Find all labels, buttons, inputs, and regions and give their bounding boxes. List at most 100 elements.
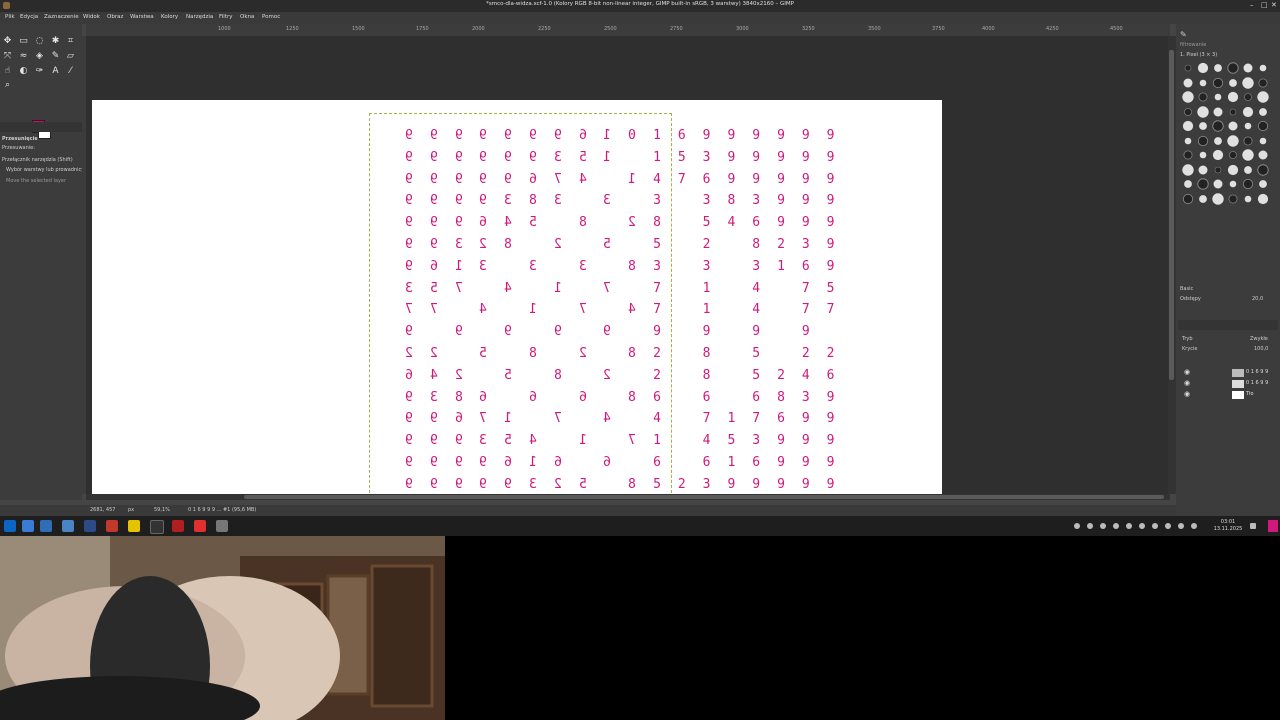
brush-preset-swatch[interactable] — [1257, 193, 1269, 204]
brush-preset-swatch[interactable] — [1184, 64, 1192, 72]
brush-preset-swatch[interactable] — [1199, 194, 1207, 203]
brush-preset-swatch[interactable] — [1197, 135, 1209, 146]
brush-preset-swatch[interactable] — [1182, 91, 1194, 103]
brush-preset-swatch[interactable] — [1182, 120, 1194, 132]
brush-preset-swatch[interactable] — [1184, 107, 1192, 116]
tray-icon[interactable] — [1100, 523, 1106, 529]
brush-preset-swatch[interactable] — [1183, 78, 1193, 87]
menu-colors[interactable]: Kolory — [161, 14, 178, 20]
brush-preset-swatch[interactable] — [1259, 180, 1267, 188]
zoom-icon[interactable]: ⌕ — [2, 80, 13, 91]
brush-preset-swatch[interactable] — [1197, 62, 1209, 74]
brush-preset-swatch[interactable] — [1244, 195, 1252, 202]
desktop-icon[interactable] — [40, 520, 52, 532]
eye-icon[interactable]: ◉ — [1184, 390, 1190, 398]
brush-preset-swatch[interactable] — [1244, 122, 1252, 130]
vertical-scrollbar[interactable] — [1168, 36, 1176, 494]
horizontal-scroll-thumb[interactable] — [244, 495, 1164, 499]
vertical-scroll-thumb[interactable] — [1169, 50, 1174, 380]
brush-preset-swatch[interactable] — [1199, 122, 1207, 130]
volume-icon[interactable] — [1178, 523, 1184, 529]
menu-help[interactable]: Pomoc — [262, 14, 280, 20]
menu-windows[interactable]: Okna — [240, 14, 254, 20]
menu-file[interactable]: Plik — [5, 14, 15, 20]
recorder-icon[interactable] — [172, 520, 184, 532]
move-selected-layer-option[interactable]: Move the selected layer — [6, 178, 66, 184]
brush-preset-swatch[interactable] — [1184, 180, 1192, 188]
brush-preset-swatch[interactable] — [1242, 149, 1254, 161]
brush-preset-swatch[interactable] — [1227, 164, 1239, 175]
network-icon[interactable] — [1191, 523, 1197, 529]
rect-select-icon[interactable]: ▭ — [18, 36, 29, 47]
brush-preset-swatch[interactable] — [1212, 149, 1224, 161]
brush-preset-swatch[interactable] — [1183, 150, 1193, 160]
brush-preset-swatch[interactable] — [1199, 151, 1207, 159]
brush-preset-swatch[interactable] — [1243, 63, 1253, 73]
text-icon[interactable]: A — [50, 66, 61, 77]
menu-view[interactable]: Widok — [83, 14, 100, 20]
tray-icon[interactable] — [1126, 523, 1132, 529]
menu-layer[interactable]: Warstwa — [130, 14, 154, 20]
brush-preset-swatch[interactable] — [1243, 136, 1253, 145]
move-tool-icon[interactable]: ✥ — [2, 36, 13, 47]
settings-icon[interactable] — [216, 520, 228, 532]
path-icon[interactable]: ✑ — [34, 66, 45, 77]
pdf-icon[interactable] — [194, 520, 206, 532]
brave-icon[interactable] — [106, 520, 118, 532]
menu-image[interactable]: Obraz — [107, 14, 123, 20]
tray-icon[interactable] — [1074, 523, 1080, 529]
unified-transform-icon[interactable]: ⤧ — [2, 51, 13, 62]
notifications-icon[interactable] — [1250, 523, 1256, 529]
brush-preset-swatch[interactable] — [1229, 108, 1237, 115]
pick-layer-option[interactable]: Wybór warstwy lub prowadnicy — [6, 167, 84, 173]
brush-preset-swatch[interactable] — [1257, 120, 1269, 132]
brush-preset-swatch[interactable] — [1212, 192, 1224, 205]
brush-filter-input[interactable]: filtrowanie — [1180, 42, 1206, 48]
brush-preset-swatch[interactable] — [1227, 91, 1239, 103]
crop-icon[interactable]: ⌗ — [65, 36, 76, 47]
brush-preset-swatch[interactable] — [1242, 178, 1254, 190]
brush-preset-swatch[interactable] — [1229, 180, 1237, 188]
fuzzy-select-icon[interactable]: ✱ — [50, 36, 61, 47]
files-icon[interactable] — [62, 520, 74, 532]
brush-preset-swatch[interactable] — [1212, 120, 1224, 132]
brush-preset-swatch[interactable] — [1259, 107, 1267, 116]
start-menu-icon[interactable] — [4, 520, 16, 532]
browser-icon[interactable] — [22, 520, 34, 532]
eye-icon[interactable]: ◉ — [1184, 368, 1190, 376]
brush-preset-swatch[interactable] — [1212, 77, 1224, 88]
tray-icon[interactable] — [1139, 523, 1145, 529]
brush-preset-swatch[interactable] — [1184, 137, 1192, 144]
layer-row[interactable]: ◉ 0 1 6 9 9 — [1182, 379, 1276, 389]
layer-row[interactable]: ◉ 0 1 6 9 9 — [1182, 368, 1276, 378]
image-canvas[interactable]: 9999999610169999999999993511539999999999… — [92, 100, 942, 494]
brush-preset-swatch[interactable] — [1242, 76, 1254, 89]
close-button[interactable]: ✕ — [1271, 1, 1277, 9]
brush-preset-swatch[interactable] — [1258, 78, 1268, 87]
bucket-fill-icon[interactable]: ◈ — [34, 51, 45, 62]
brush-preset-swatch[interactable] — [1198, 165, 1208, 174]
brush-preset-swatch[interactable] — [1259, 64, 1267, 72]
layer-row[interactable]: ◉ Tło — [1182, 390, 1276, 400]
smudge-icon[interactable]: ☝ — [2, 66, 13, 77]
lasso-icon[interactable]: ◌ — [34, 36, 45, 47]
brush-preset-swatch[interactable] — [1182, 193, 1194, 204]
brush-preset-swatch[interactable] — [1242, 106, 1254, 117]
clock[interactable]: 03:01 13.11.2025 — [1210, 519, 1246, 533]
eraser-icon[interactable]: ▱ — [65, 51, 76, 62]
brush-preset-swatch[interactable] — [1182, 163, 1194, 176]
canvas-area[interactable]: 9999999610169999999999993511539999999999… — [86, 36, 1170, 494]
tray-icon[interactable] — [1165, 523, 1171, 529]
horizontal-scrollbar[interactable] — [86, 494, 1170, 500]
brush-preset-swatch[interactable] — [1228, 194, 1238, 203]
brush-preset-swatch[interactable] — [1227, 134, 1239, 147]
spacing-value[interactable]: 20,0 — [1252, 296, 1263, 302]
brush-preset-swatch[interactable] — [1213, 179, 1223, 189]
brush-preset-swatch[interactable] — [1198, 92, 1208, 102]
minimize-button[interactable]: – — [1250, 1, 1254, 9]
brush-preset-swatch[interactable] — [1228, 121, 1238, 131]
maximize-button[interactable]: □ — [1261, 1, 1268, 9]
brush-preset-swatch[interactable] — [1214, 93, 1222, 101]
brush-preset-swatch[interactable] — [1244, 93, 1252, 101]
show-desktop-button[interactable] — [1268, 520, 1278, 532]
